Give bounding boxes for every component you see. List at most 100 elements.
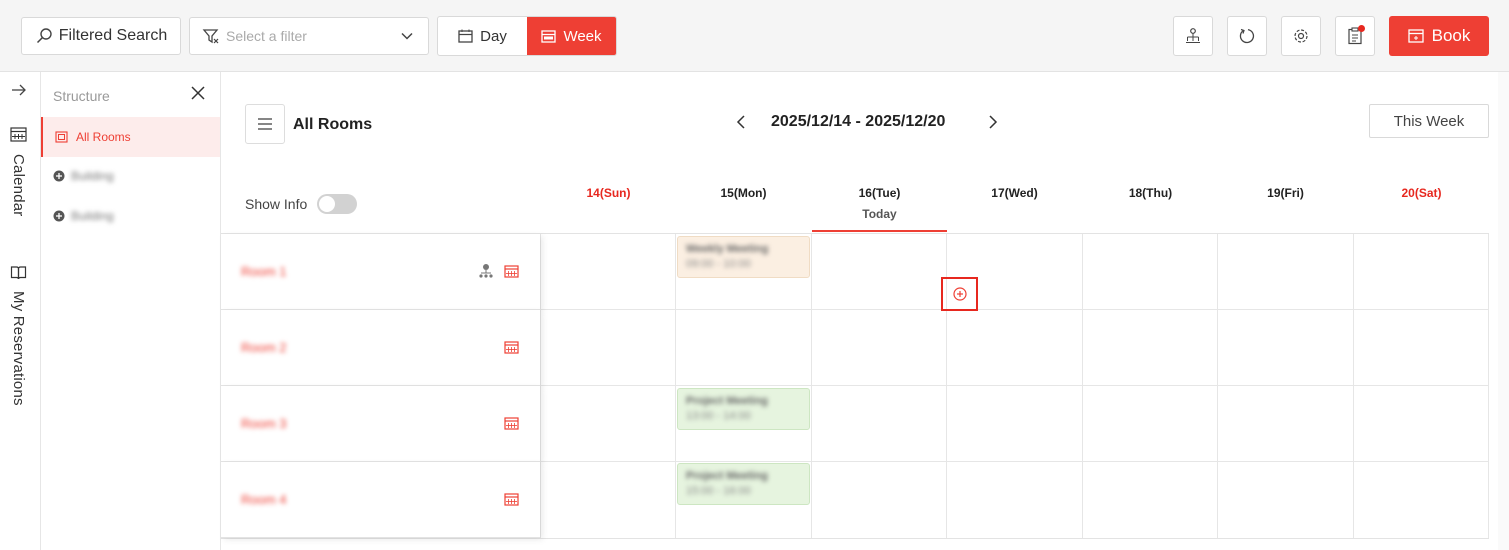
refresh-icon	[1238, 27, 1256, 45]
tree-item-building[interactable]: Building	[53, 169, 114, 183]
refresh-button[interactable]	[1227, 16, 1267, 56]
page-title: All Rooms	[293, 116, 373, 133]
calendar-nav[interactable]: Calendar	[10, 126, 27, 216]
calendar-icon	[458, 29, 473, 43]
day-header-thu: 18(Thu)	[1128, 186, 1173, 200]
close-icon[interactable]	[191, 86, 205, 100]
today-label: Today	[862, 207, 897, 221]
reservations-nav[interactable]: My Reservations	[10, 265, 27, 406]
approval-icon	[479, 263, 493, 278]
menu-button[interactable]	[245, 104, 285, 144]
room-icon	[55, 131, 68, 143]
next-week-chevron-icon[interactable]	[987, 114, 999, 130]
this-week-button[interactable]: This Week	[1369, 104, 1489, 138]
booking-title: Weekly Meeting	[686, 243, 769, 255]
room-row: Room 1	[221, 234, 540, 310]
today-indicator	[812, 230, 947, 232]
grid-line	[540, 461, 1489, 462]
add-booking-slot[interactable]	[941, 277, 978, 311]
booking-time: 13:00 - 14:00	[686, 410, 751, 422]
filter-select[interactable]: Select a filter	[189, 17, 429, 55]
booking-time: 15:00 - 16:00	[686, 485, 751, 497]
booking-card[interactable]: Project Meeting 15:00 - 16:00	[677, 463, 810, 505]
prev-week-chevron-icon[interactable]	[735, 114, 747, 130]
room-row: Room 4	[221, 462, 540, 538]
book-open-icon	[10, 265, 27, 281]
week-label: Week	[563, 27, 602, 45]
filtered-search-label: Filtered Search	[58, 27, 168, 44]
structure-header: Structure	[53, 88, 110, 104]
search-icon	[35, 27, 53, 45]
room-row: Room 3	[221, 386, 540, 462]
calendar-week-icon	[541, 29, 557, 43]
grid-line	[540, 385, 1489, 386]
grid-line	[1353, 234, 1354, 538]
booking-title: Project Meeting	[686, 470, 768, 482]
filter-placeholder: Select a filter	[226, 28, 307, 44]
grid-line	[1082, 234, 1083, 538]
grid-line	[221, 538, 1489, 539]
room-name[interactable]: Room 3	[241, 416, 287, 431]
day-view-button[interactable]: Day	[438, 17, 527, 55]
show-info-label: Show Info	[245, 196, 308, 212]
notifications-button[interactable]	[1335, 16, 1375, 56]
room-calendar-icon[interactable]	[504, 340, 519, 354]
org-structure-icon	[1184, 27, 1202, 45]
expand-plus-icon[interactable]	[53, 170, 65, 182]
structure-panel: Structure All Rooms Building Building	[41, 72, 221, 550]
hamburger-icon	[257, 118, 273, 130]
room-calendar-icon[interactable]	[504, 264, 519, 278]
filter-icon	[202, 27, 220, 45]
day-header-wed: 17(Wed)	[991, 186, 1038, 200]
day-header-mon: 15(Mon)	[720, 186, 767, 200]
room-name[interactable]: Room 1	[241, 264, 287, 279]
day-header-sat: 20(Sat)	[1401, 186, 1442, 200]
room-calendar-icon[interactable]	[504, 492, 519, 506]
settings-button[interactable]	[1281, 16, 1321, 56]
notification-dot	[1358, 25, 1365, 32]
tree-item-all-rooms[interactable]: All Rooms	[41, 117, 220, 157]
room-name[interactable]: Room 4	[241, 492, 287, 507]
day-label: Day	[480, 27, 507, 45]
grid-line	[1488, 234, 1489, 538]
date-range: 2025/12/14 - 2025/12/20	[771, 113, 946, 130]
calendar-icon	[10, 126, 27, 142]
room-row: Room 2	[221, 310, 540, 386]
book-label: Book	[1431, 26, 1471, 45]
plus-circle-icon	[952, 287, 967, 301]
left-rail: Calendar My Reservations	[0, 72, 41, 550]
gear-icon	[1292, 27, 1310, 45]
grid-line	[540, 234, 541, 538]
book-icon	[1407, 28, 1424, 44]
all-rooms-label: All Rooms	[76, 130, 131, 144]
booking-card[interactable]: Weekly Meeting 09:00 - 10:00	[677, 236, 810, 278]
grid-line	[1217, 234, 1218, 538]
room-name[interactable]: Room 2	[241, 340, 287, 355]
show-info-toggle[interactable]	[317, 194, 357, 214]
week-view-button[interactable]: Week	[527, 17, 616, 55]
room-calendar-icon[interactable]	[504, 416, 519, 430]
view-mode-toggle: Day Week	[437, 16, 617, 56]
grid-line	[811, 234, 812, 538]
booking-time: 09:00 - 10:00	[686, 258, 751, 270]
grid-line	[540, 309, 1489, 310]
grid-line	[675, 234, 676, 538]
tree-item-building[interactable]: Building	[53, 209, 114, 223]
day-header-fri: 19(Fri)	[1267, 186, 1304, 200]
expand-arrow-icon[interactable]	[10, 82, 28, 98]
calendar-nav-label: Calendar	[10, 154, 27, 217]
org-structure-button[interactable]	[1173, 16, 1213, 56]
filtered-search-button[interactable]: Filtered Search	[21, 17, 181, 55]
top-toolbar: Filtered Search Select a filter Day Week	[0, 0, 1509, 72]
tree-item-label: Building	[71, 209, 114, 223]
book-button[interactable]: Book	[1389, 16, 1489, 56]
scrollbar[interactable]	[1498, 72, 1509, 550]
chevron-down-icon	[400, 29, 414, 43]
booking-title: Project Meeting	[686, 395, 768, 407]
reservations-nav-label: My Reservations	[10, 291, 27, 406]
expand-plus-icon[interactable]	[53, 210, 65, 222]
booking-card[interactable]: Project Meeting 13:00 - 14:00	[677, 388, 810, 430]
day-header-sun: 14(Sun)	[586, 186, 631, 200]
day-header-tue: 16(Tue)	[858, 186, 901, 200]
tree-item-label: Building	[71, 169, 114, 183]
